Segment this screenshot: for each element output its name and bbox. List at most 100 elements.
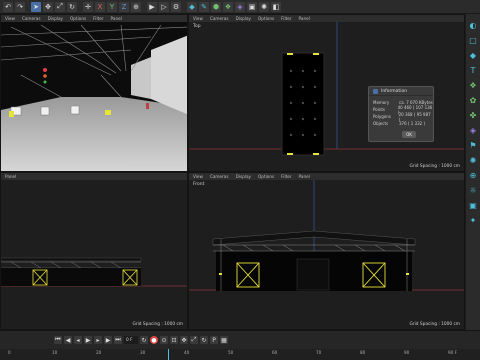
z-axis-icon[interactable]: Z	[119, 1, 129, 12]
next-key-icon[interactable]: ▶	[104, 336, 112, 344]
dialog-title-bar: Information	[369, 87, 433, 96]
next-frame-icon[interactable]: ▸	[94, 336, 102, 344]
menu-options[interactable]: Options	[258, 16, 274, 21]
menu-filter[interactable]: Filter	[281, 16, 291, 21]
tag-icon[interactable]: ◧	[271, 1, 281, 12]
information-dialog: Information Memory ca. 7 070 KBytes Poin…	[368, 86, 434, 142]
info-row-objects: Objects 376 ( 1 332 )	[369, 120, 433, 127]
playback-controls: ⏮ ◀ ◂ ▶ ▸ ▶ ⏭ 0 F ↻ ● ⊙ ⊡ ✥ ⤢ ↻ P ▦	[54, 335, 228, 345]
ok-button[interactable]: OK	[402, 131, 416, 138]
axis-mode-icon[interactable]: ✤	[468, 110, 479, 121]
menu-panel[interactable]: Panel	[299, 16, 310, 21]
menu-options[interactable]: Options	[70, 16, 86, 21]
playhead[interactable]	[168, 349, 169, 360]
right-viewport[interactable]: Panel Grid Spacing : 1000 cm	[0, 172, 188, 330]
go-to-start-icon[interactable]: ⏮	[54, 336, 62, 344]
parameter-key-icon[interactable]: P	[210, 336, 218, 344]
front-viewport[interactable]: View Cameras Display Options Filter Pane…	[188, 172, 465, 330]
rotation-key-icon[interactable]: ↻	[200, 336, 208, 344]
menu-display[interactable]: Display	[236, 174, 251, 179]
menu-cameras[interactable]: Cameras	[22, 16, 41, 21]
subdivision-icon[interactable]: ⬢	[211, 1, 221, 12]
prev-key-icon[interactable]: ◀	[64, 336, 72, 344]
axis-icon[interactable]: ✛	[83, 1, 93, 12]
render-settings-icon[interactable]: ⚙	[171, 1, 181, 12]
grid-icon[interactable]: ✦	[468, 215, 479, 226]
current-frame-field[interactable]: 0 F	[124, 336, 138, 344]
menu-display[interactable]: Display	[48, 16, 63, 21]
light-icon[interactable]: ✺	[259, 1, 269, 12]
solo-icon[interactable]: ☼	[468, 185, 479, 196]
camera-icon[interactable]: ▣	[247, 1, 257, 12]
grid-spacing-label: Grid Spacing : 10000 cm	[129, 164, 183, 169]
timeline-ruler[interactable]: 0 10 20 30 40 50 60 70 80 90 90 F	[0, 349, 480, 360]
menu-panel[interactable]: Panel	[111, 16, 122, 21]
grid-spacing-label: Grid Spacing : 1000 cm	[409, 322, 460, 327]
polygon-mode-icon[interactable]: ◆	[468, 50, 479, 61]
camera-lock-icon[interactable]: ⊕	[468, 170, 479, 181]
ruler-tick: 90	[404, 350, 410, 355]
perspective-viewport-menu: View Cameras Display Options Filter Pane…	[1, 15, 187, 22]
scale-key-icon[interactable]: ⤢	[190, 336, 198, 344]
select-icon[interactable]: ➤	[31, 1, 41, 12]
info-row-polygons: Polygons 20 368 ( 95 987 )	[369, 112, 433, 122]
pla-key-icon[interactable]: ▦	[220, 336, 228, 344]
viewport-solo-icon[interactable]: ▣	[468, 200, 479, 211]
menu-cameras[interactable]: Cameras	[210, 16, 229, 21]
autokey-icon[interactable]: ⊙	[160, 336, 168, 344]
perspective-viewport[interactable]: View Cameras Display Options Filter Pane…	[0, 14, 188, 172]
go-to-end-icon[interactable]: ⏭	[114, 336, 122, 344]
right-view-render	[1, 257, 187, 287]
menu-options[interactable]: Options	[258, 174, 274, 179]
menu-view[interactable]: View	[193, 16, 203, 21]
scale-icon[interactable]: ⤢	[55, 1, 65, 12]
undo-icon[interactable]: ↶	[3, 1, 13, 12]
workplane-icon[interactable]: ⚑	[468, 140, 479, 151]
redo-icon[interactable]: ↷	[15, 1, 25, 12]
keyframe-selection-icon[interactable]: ⊡	[170, 336, 178, 344]
grid-spacing-label: Grid Spacing : 1000 cm	[132, 322, 183, 327]
point-mode-icon[interactable]: ❖	[468, 80, 479, 91]
y-axis-icon[interactable]: Y	[107, 1, 117, 12]
viewport-name: Top	[193, 24, 201, 29]
main-toolbar: ↶ ↷ ➤ ✥ ⤢ ↻ ✛ X Y Z ⊕ ▶ ▷ ⚙ ◆ ✎ ⬢ ❖ ◈ ▣ …	[0, 0, 480, 14]
ruler-tick: 40	[184, 350, 190, 355]
play-icon[interactable]: ▶	[84, 336, 92, 344]
info-key: Memory	[373, 100, 390, 105]
prev-frame-icon[interactable]: ◂	[74, 336, 82, 344]
menu-view[interactable]: View	[193, 174, 203, 179]
pen-icon[interactable]: ✎	[199, 1, 209, 12]
rotate-icon[interactable]: ↻	[67, 1, 77, 12]
loop-icon[interactable]: ↻	[140, 336, 148, 344]
make-editable-icon[interactable]: ◐	[468, 20, 479, 31]
texture-mode-icon[interactable]: ✿	[468, 95, 479, 106]
menu-display[interactable]: Display	[236, 16, 251, 21]
snap-icon[interactable]: ◈	[468, 125, 479, 136]
render-view-icon[interactable]: ▶	[147, 1, 157, 12]
menu-view[interactable]: View	[5, 16, 15, 21]
menu-cameras[interactable]: Cameras	[210, 174, 229, 179]
object-mode-icon[interactable]: ▢	[468, 35, 479, 46]
lock-icon[interactable]: ✺	[468, 155, 479, 166]
render-active-icon[interactable]: ▷	[159, 1, 169, 12]
ruler-tick: 20	[96, 350, 102, 355]
edge-mode-icon[interactable]: T	[468, 65, 479, 76]
ruler-tick: 30	[140, 350, 146, 355]
cube-icon[interactable]: ◆	[187, 1, 197, 12]
ruler-tick: 50	[228, 350, 234, 355]
end-frame-label: 90 F	[448, 350, 458, 355]
menu-filter[interactable]: Filter	[281, 174, 291, 179]
ruler-tick: 60	[272, 350, 278, 355]
perspective-render	[1, 22, 187, 171]
record-icon[interactable]: ●	[150, 336, 158, 344]
menu-panel[interactable]: Panel	[299, 174, 310, 179]
x-axis-icon[interactable]: X	[95, 1, 105, 12]
coordinate-system-icon[interactable]: ⊕	[131, 1, 141, 12]
menu-panel[interactable]: Panel	[5, 174, 16, 179]
menu-filter[interactable]: Filter	[93, 16, 103, 21]
deformer-icon[interactable]: ◈	[235, 1, 245, 12]
top-viewport-menu: View Cameras Display Options Filter Pane…	[189, 15, 464, 22]
position-key-icon[interactable]: ✥	[180, 336, 188, 344]
cloner-icon[interactable]: ❖	[223, 1, 233, 12]
move-icon[interactable]: ✥	[43, 1, 53, 12]
